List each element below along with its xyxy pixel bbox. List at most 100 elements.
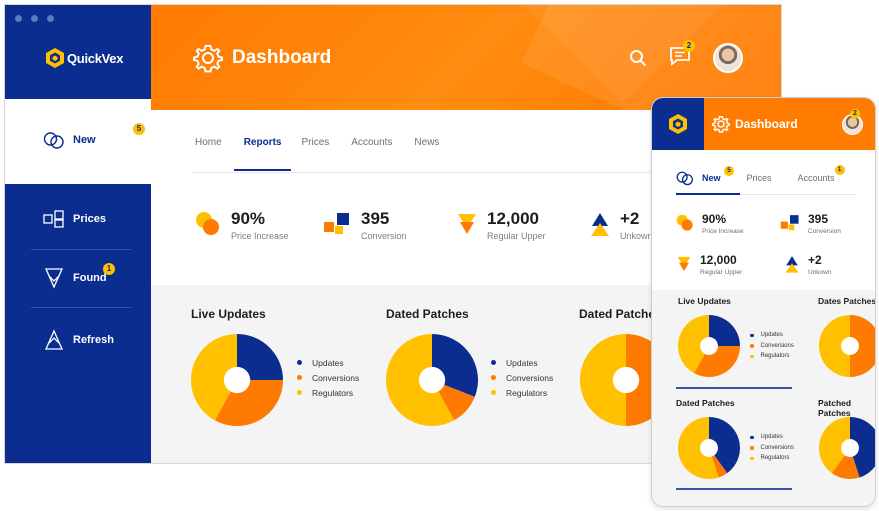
stat-conversion: 395 Conversion (323, 210, 407, 241)
chart-title: Live Updates (678, 296, 731, 306)
donut-hole (223, 366, 251, 394)
legend-label: Conversions (312, 372, 360, 383)
mobile-logo[interactable] (652, 98, 704, 150)
sidebar-item-label: Refresh (73, 334, 114, 346)
squares-stat-icon (780, 215, 799, 231)
tab-accounts[interactable]: Accounts (351, 131, 404, 171)
chart-title: Dated Patches (386, 307, 469, 321)
tab-prices[interactable]: Prices (301, 131, 341, 171)
donut-hole (841, 337, 859, 355)
circles-stat-icon (676, 214, 693, 231)
tab-accounts[interactable]: Accounts 1 (797, 165, 845, 183)
mobile-tab-bar: New 5 Prices Accounts 1 (676, 165, 845, 186)
new-count-badge: 5 (133, 123, 145, 135)
gear-icon (712, 116, 730, 133)
chart-legend: Updates Conversions Regulators (297, 355, 359, 400)
pie-chart-dated-patches (386, 334, 478, 426)
legend-label: Regulators (312, 387, 354, 398)
found-icon (44, 268, 64, 289)
legend-item: Regulators (750, 351, 794, 362)
legend-label: Updates (506, 357, 538, 368)
legend-label: Updates (760, 434, 783, 441)
notifications-button[interactable]: 2 (669, 39, 695, 71)
window-controls[interactable] (15, 15, 54, 22)
avatar[interactable] (713, 43, 743, 73)
legend-item: Updates (750, 432, 794, 443)
stat-caption: Regular Upper (700, 269, 743, 276)
chart-title: Live Updates (191, 307, 266, 321)
mobile-charts-panel: Live Updates Updates Conversions Regulat… (652, 290, 875, 506)
found-count-badge: 1 (103, 263, 115, 275)
tab-label: Accounts (797, 173, 835, 183)
tab-new[interactable]: New 5 (676, 166, 734, 186)
legend-label: Regulators (506, 387, 548, 398)
donut-hole (841, 439, 859, 457)
chart-title: Dated Patches (579, 307, 662, 321)
legend-label: Conversions (760, 444, 794, 451)
stat-caption: Unkown (808, 269, 832, 276)
stat-unknown: +2 Unkown (784, 254, 831, 276)
new-count-badge: 5 (724, 166, 734, 176)
active-tab-indicator (676, 193, 740, 195)
sidebar-item-label: Prices (73, 213, 107, 225)
page-title: Dashboard (232, 47, 332, 68)
legend-item: Updates (750, 330, 794, 341)
stat-value: 395 (808, 212, 829, 226)
tab-divider (193, 172, 663, 173)
tab-news[interactable]: News (414, 131, 451, 171)
chart-underline (676, 387, 792, 389)
triangle-down-icon (458, 214, 476, 234)
pie-chart-dates-patches (819, 315, 875, 377)
stat-value: 12,000 (487, 209, 539, 228)
tab-reports[interactable]: Reports (233, 131, 292, 171)
chart-underline (676, 488, 792, 490)
legend-label: Updates (760, 332, 783, 339)
sidebar-item-prices[interactable]: Prices (43, 210, 106, 228)
app-logo-text: QuickVex (67, 50, 124, 66)
mobile-frame: Dashboard 2 New 5 Prices Accounts 1 90% … (651, 97, 876, 507)
stat-caption: Price Increase (702, 228, 744, 235)
stat-value: +2 (808, 253, 822, 267)
pie-chart-patched-patches (819, 417, 875, 479)
legend-item: Regulators (297, 385, 359, 400)
stat-value: +2 (620, 209, 640, 228)
sidebar-item-refresh[interactable]: Refresh (43, 329, 114, 351)
legend-label: Conversions (506, 372, 554, 383)
legend-item: Updates (297, 355, 359, 370)
refresh-icon (44, 329, 64, 350)
circles-icon (43, 132, 64, 149)
sidebar-divider (31, 249, 131, 250)
sidebar-item-label: Found (73, 272, 107, 284)
stat-caption: Conversion (361, 231, 407, 241)
pie-chart-dated-patches (678, 417, 740, 479)
hex-logo-icon (46, 48, 64, 68)
chart-legend: Updates Conversions Regulators (491, 355, 553, 400)
sidebar-item-new[interactable]: New 5 (5, 99, 151, 184)
triangle-up-icon (785, 256, 799, 273)
sidebar-item-found[interactable]: Found 1 (43, 263, 115, 289)
mobile-page-title: Dashboard (735, 117, 798, 131)
donut-hole (700, 337, 718, 355)
legend-label: Regulators (760, 455, 790, 462)
chart-title: Dated Patches (676, 398, 735, 408)
legend-item: Conversions (491, 370, 553, 385)
legend-label: Updates (312, 357, 344, 368)
circles-icon (676, 171, 694, 186)
donut-hole (612, 366, 640, 394)
squares-stat-icon (324, 213, 349, 234)
chart-legend: Updates Conversions Regulators (750, 330, 794, 362)
tab-prices[interactable]: Prices (747, 173, 772, 183)
app-logo[interactable]: QuickVex (45, 47, 123, 69)
tab-home[interactable]: Home (195, 131, 234, 171)
tab-bar: Home Reports Prices Accounts News (195, 131, 461, 171)
stat-regular-upper: 12,000 Regular Upper (676, 254, 742, 276)
circles-stat-icon (196, 212, 219, 235)
search-icon[interactable] (629, 49, 647, 67)
mobile-header: Dashboard 2 (704, 98, 875, 150)
legend-item: Updates (491, 355, 553, 370)
sidebar-item-label: New (73, 134, 96, 146)
tab-label: New (702, 173, 721, 183)
stat-caption: Conversion (808, 228, 841, 235)
triangle-down-icon (677, 256, 691, 272)
legend-item: Conversions (297, 370, 359, 385)
